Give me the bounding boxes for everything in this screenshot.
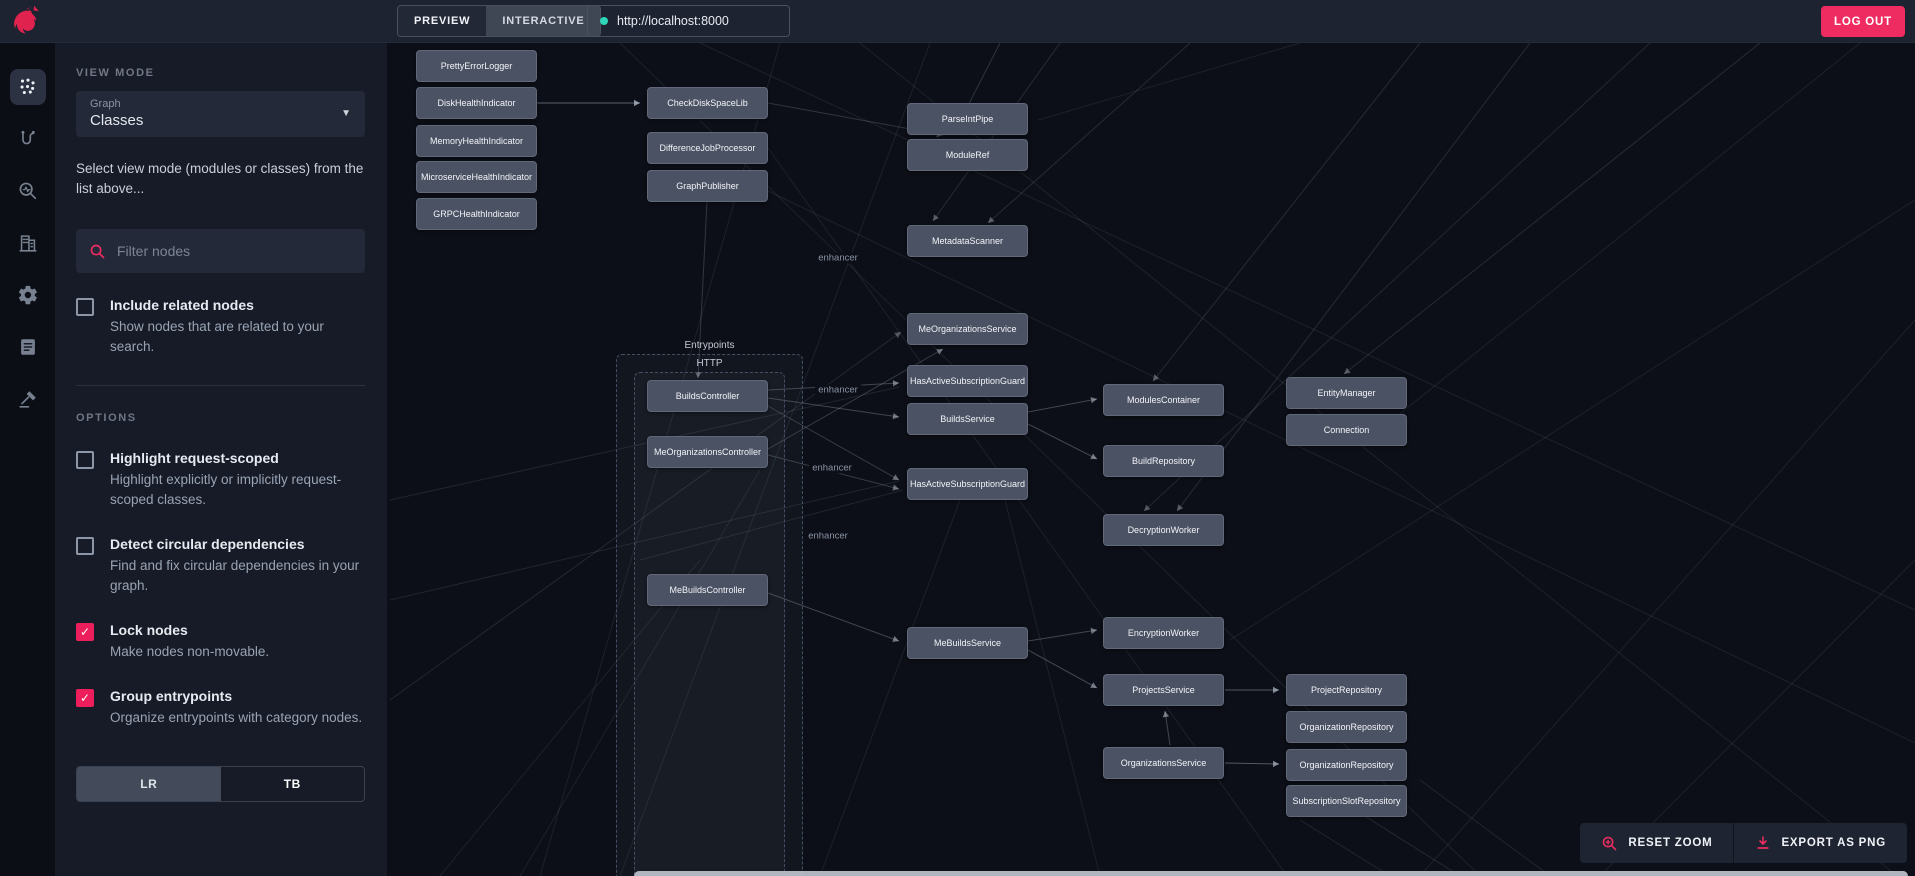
chevron-down-icon: ▼: [341, 108, 351, 119]
dropdown-label: Graph: [90, 98, 121, 110]
direction-lr-button[interactable]: LR: [77, 767, 221, 801]
graph-node[interactable]: GraphPublisher: [647, 170, 768, 202]
export-png-button[interactable]: EXPORT AS PNG: [1733, 823, 1907, 863]
graph-node[interactable]: HasActiveSubscriptionGuard: [907, 365, 1028, 397]
organization-icon[interactable]: [10, 225, 46, 261]
filter-nodes-input[interactable]: [117, 243, 352, 259]
graph-node[interactable]: OrganizationRepository: [1286, 711, 1407, 743]
logout-button[interactable]: LOG OUT: [1821, 6, 1905, 37]
graph-mode-dropdown[interactable]: Graph Classes ▼: [76, 91, 365, 137]
edge-label: enhancer: [809, 462, 855, 474]
option-detect-circular-dependencies-checkbox[interactable]: [76, 537, 94, 555]
inspect-icon[interactable]: [10, 173, 46, 209]
graph-node[interactable]: OrganizationRepository: [1286, 749, 1407, 781]
layout-direction-toggle: LR TB: [76, 766, 365, 802]
gavel-icon[interactable]: [10, 381, 46, 417]
filter-nodes-box: [76, 229, 365, 273]
graph-nodes-icon[interactable]: [9, 69, 46, 105]
document-icon[interactable]: [10, 329, 46, 365]
graph-node[interactable]: PrettyErrorLogger: [416, 50, 537, 82]
graph-node[interactable]: BuildRepository: [1103, 445, 1224, 477]
option-highlight-request-scoped-title: Highlight request-scoped: [110, 450, 279, 466]
option-group-entrypoints-description: Organize entrypoints with category nodes…: [110, 710, 363, 725]
option-include-related-nodes-description: Show nodes that are related to your sear…: [110, 319, 324, 354]
graph-node[interactable]: MeBuildsService: [907, 627, 1028, 659]
graph-node[interactable]: HasActiveSubscriptionGuard: [907, 468, 1028, 500]
option-detect-circular-dependencies: Detect circular dependencies Find and fix…: [76, 536, 365, 596]
graph-node[interactable]: ModulesContainer: [1103, 384, 1224, 416]
edge-label: enhancer: [815, 384, 861, 396]
graph-node[interactable]: MeOrganizationsController: [647, 436, 768, 468]
option-detect-circular-dependencies-description: Find and fix circular dependencies in yo…: [110, 558, 360, 593]
graph-node[interactable]: MetadataScanner: [907, 225, 1028, 257]
group-label-entrypoints: Entrypoints: [684, 340, 735, 351]
option-lock-nodes: ✓ Lock nodes Make nodes non-movable.: [76, 622, 365, 662]
graph-node[interactable]: OrganizationsService: [1103, 747, 1224, 779]
graph-node[interactable]: DecryptionWorker: [1103, 514, 1224, 546]
graph-node[interactable]: CheckDiskSpaceLib: [647, 87, 768, 119]
graph-node[interactable]: MeBuildsController: [647, 574, 768, 606]
option-lock-nodes-title: Lock nodes: [110, 622, 188, 638]
edge-label: enhancer: [815, 252, 861, 264]
topbar: PREVIEW INTERACTIVE http://localhost:8000…: [0, 0, 1915, 43]
zoom-reset-icon: [1603, 836, 1617, 850]
option-include-related-nodes: Include related nodes Show nodes that are…: [76, 297, 365, 357]
graph-node[interactable]: ProjectRepository: [1286, 674, 1407, 706]
options-header: OPTIONS: [76, 412, 137, 424]
bottom-panel-edge[interactable]: [634, 871, 1908, 876]
option-group-entrypoints-title: Group entrypoints: [110, 688, 233, 704]
option-highlight-request-scoped-checkbox[interactable]: [76, 451, 94, 469]
direction-tb-button[interactable]: TB: [221, 767, 365, 801]
graph-node[interactable]: EntityManager: [1286, 377, 1407, 409]
dropdown-value: Classes: [90, 112, 144, 129]
search-icon: [90, 244, 105, 258]
connection-status-dot: [600, 17, 608, 25]
graph-node[interactable]: SubscriptionSlotRepository: [1286, 785, 1407, 817]
option-highlight-request-scoped-description: Highlight explicitly or implicitly reque…: [110, 472, 342, 507]
graph-node[interactable]: BuildsService: [907, 403, 1028, 435]
graph-canvas[interactable]: Entrypoints HTTP PrettyErrorLogger DiskHeal…: [387, 43, 1915, 876]
view-mode-hint: Select view mode (modules or classes) fr…: [76, 161, 364, 196]
option-include-related-nodes-title: Include related nodes: [110, 297, 254, 313]
graph-node[interactable]: ModuleRef: [907, 139, 1028, 171]
sidebar-panel: VIEW MODE Graph Classes ▼ Select view mo…: [55, 43, 387, 876]
option-include-related-nodes-checkbox[interactable]: [76, 298, 94, 316]
nestjs-logo: [14, 5, 39, 34]
canvas-controls: RESET ZOOM EXPORT AS PNG: [1580, 823, 1907, 863]
icon-rail: [0, 43, 55, 876]
option-detect-circular-dependencies-title: Detect circular dependencies: [110, 536, 305, 552]
graph-node[interactable]: BuildsController: [647, 380, 768, 412]
option-lock-nodes-checkbox[interactable]: ✓: [76, 623, 94, 641]
export-png-label: EXPORT AS PNG: [1781, 837, 1886, 849]
graph-node[interactable]: DifferenceJobProcessor: [647, 132, 768, 164]
view-mode-header: VIEW MODE: [76, 67, 155, 79]
sidebar-divider: [76, 385, 365, 386]
graph-node[interactable]: ProjectsService: [1103, 674, 1224, 706]
download-icon: [1757, 836, 1770, 849]
tab-interactive[interactable]: INTERACTIVE: [486, 6, 601, 36]
graph-node[interactable]: MeOrganizationsService: [907, 313, 1028, 345]
option-group-entrypoints-checkbox[interactable]: ✓: [76, 689, 94, 707]
graph-node[interactable]: GRPCHealthIndicator: [416, 198, 537, 230]
option-highlight-request-scoped: Highlight request-scoped Highlight explic…: [76, 450, 365, 510]
preview-interactive-tabs: PREVIEW INTERACTIVE: [397, 5, 602, 37]
graph-node[interactable]: DiskHealthIndicator: [416, 87, 537, 119]
reset-zoom-button[interactable]: RESET ZOOM: [1580, 823, 1733, 863]
graph-node[interactable]: MemoryHealthIndicator: [416, 125, 537, 157]
route-icon[interactable]: [10, 121, 46, 157]
graph-node[interactable]: ParseIntPipe: [907, 103, 1028, 135]
reset-zoom-label: RESET ZOOM: [1628, 837, 1713, 849]
option-lock-nodes-description: Make nodes non-movable.: [110, 644, 270, 659]
graph-node[interactable]: MicroserviceHealthIndicator: [416, 161, 537, 193]
target-url-box[interactable]: http://localhost:8000: [587, 5, 790, 37]
edge-label: enhancer: [805, 530, 851, 542]
graph-node[interactable]: Connection: [1286, 414, 1407, 446]
graph-node[interactable]: EncryptionWorker: [1103, 617, 1224, 649]
group-label-http: HTTP: [696, 358, 723, 369]
gear-icon[interactable]: [10, 277, 46, 313]
tab-preview[interactable]: PREVIEW: [398, 6, 487, 36]
option-group-entrypoints: ✓ Group entrypoints Organize entrypoints w…: [76, 688, 365, 728]
target-url: http://localhost:8000: [617, 14, 729, 28]
